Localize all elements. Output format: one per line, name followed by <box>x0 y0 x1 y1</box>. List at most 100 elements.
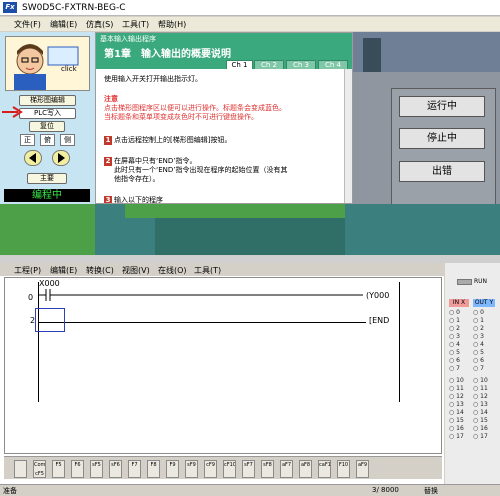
output-lamp: ○ 15 <box>473 417 488 424</box>
step-3: 3 输入以下的程序 <box>104 196 163 203</box>
contact-label: X000 <box>39 279 60 288</box>
error-status-button[interactable]: 出错 <box>399 161 485 182</box>
function-key-button[interactable]: F6 <box>71 460 84 478</box>
output-lamp: ○ 16 <box>473 425 488 432</box>
function-key-button[interactable]: sF6 <box>109 460 122 478</box>
tab-ch4[interactable]: Ch 4 <box>318 60 348 69</box>
output-lamp: ○ 14 <box>473 409 488 416</box>
function-key-button[interactable]: sF9 <box>185 460 198 478</box>
front-view-button[interactable]: 正 <box>20 134 35 146</box>
splitter[interactable] <box>0 255 500 263</box>
menu-help[interactable]: 帮助(H) <box>158 19 186 30</box>
input-lamp: ○ 4 <box>449 341 460 348</box>
function-key-button[interactable]: F8 <box>147 460 160 478</box>
ladder-menu-online[interactable]: 在线(O) <box>158 265 187 276</box>
ladder-menubar: 工程(P) 编辑(E) 转换(C) 视图(V) 在线(O) 工具(T) <box>0 263 444 276</box>
cursor-box[interactable] <box>35 308 65 332</box>
main-menubar: 文件(F) 编辑(E) 仿真(S) 工具(T) 帮助(H) <box>0 17 500 31</box>
function-key-button[interactable]: cF9 <box>204 460 217 478</box>
input-lamp: ○ 12 <box>449 393 464 400</box>
step-number: 2 <box>104 157 112 166</box>
coil-label: (Y000 <box>366 291 390 300</box>
input-lamp: ○ 17 <box>449 433 464 440</box>
tab-ch3[interactable]: Ch 3 <box>286 60 316 69</box>
input-lamp: ○ 0 <box>449 309 460 316</box>
scene-floor <box>95 204 500 255</box>
function-key-button[interactable]: F7 <box>128 460 141 478</box>
output-lamp: ○ 6 <box>473 357 484 364</box>
teacher-icon <box>14 44 79 90</box>
function-key-button[interactable]: aF9 <box>356 460 369 478</box>
menu-tools[interactable]: 工具(T) <box>122 19 149 30</box>
step-2-line-3: 他指令存在）。 <box>114 175 160 183</box>
menu-simulate[interactable]: 仿真(S) <box>86 19 113 30</box>
input-lamp: ○ 5 <box>449 349 460 356</box>
function-key-button[interactable]: aF7 <box>280 460 293 478</box>
scene-floor-left <box>0 204 95 255</box>
menu-file[interactable]: 文件(F) <box>14 19 41 30</box>
input-lamp: ○ 13 <box>449 401 464 408</box>
function-key-button[interactable]: F5 <box>52 460 65 478</box>
scene-conveyor <box>125 204 345 218</box>
ladder-menu-project[interactable]: 工程(P) <box>14 265 41 276</box>
run-led <box>457 279 472 285</box>
output-lamp: ○ 11 <box>473 385 488 392</box>
step-number: 1 <box>104 136 112 145</box>
step-counter: 3/ 8000 <box>372 486 399 494</box>
title-bar: Fx SW0D5C-FXTRN-BEG-C <box>0 0 500 16</box>
ladder-menu-convert[interactable]: 转换(C) <box>86 265 114 276</box>
input-lamp: ○ 1 <box>449 317 460 324</box>
teacher-illustration: click <box>5 36 90 91</box>
function-key-button[interactable]: F10 <box>337 460 350 478</box>
menu-edit[interactable]: 编辑(E) <box>50 19 77 30</box>
step-text: 在屏幕中只有‘END’指令。 <box>114 157 197 165</box>
function-key-button[interactable]: sF7 <box>242 460 255 478</box>
stop-status-button[interactable]: 停止中 <box>399 128 485 149</box>
next-arrow-button[interactable] <box>52 150 70 166</box>
io-monitor-panel: RUN IN X OUT Y ○ 0 ○ 1 ○ 2 ○ 3 ○ 4 ○ 5 ○ 6 ○ 7 ○… <box>445 263 500 487</box>
intro-text: 使用输入开关打开输出指示灯。 <box>104 75 202 83</box>
note-title: 注意 <box>104 95 118 103</box>
tab-ch1[interactable]: Ch 1 <box>226 60 253 69</box>
reset-button[interactable]: 复位 <box>29 121 65 132</box>
rung-0-line <box>38 289 363 301</box>
ladder-menu-tools[interactable]: 工具(T) <box>194 265 221 276</box>
function-key-button[interactable]: sF8 <box>261 460 274 478</box>
rung-1-line <box>38 322 366 323</box>
step-1: 1 点击远程控制上的[梯形图编辑]按钮。 <box>104 136 231 145</box>
tab-ch2[interactable]: Ch 2 <box>254 60 284 69</box>
function-key-button[interactable]: F9 <box>166 460 179 478</box>
arrow-left-icon <box>29 153 36 163</box>
function-key-button[interactable]: caF10 <box>318 460 331 478</box>
side-view-button[interactable]: 侧 <box>60 134 75 146</box>
note-line-2: 当标题条和菜单项变成灰色时不可进行键盘操作。 <box>104 113 258 121</box>
output-lamp: ○ 10 <box>473 377 488 384</box>
function-key-toolbar: Com cF5 F5 F6 sF5 sF6 F7 F8 F9 sF9 cF9 cF10 sF7 sF8 a… <box>4 456 442 479</box>
ladder-menu-view[interactable]: 视图(V) <box>122 265 150 276</box>
run-status-button[interactable]: 运行中 <box>399 96 485 117</box>
prev-arrow-button[interactable] <box>24 150 42 166</box>
tutorial-scrollbar[interactable] <box>344 69 352 203</box>
function-key-button[interactable]: cF10 <box>223 460 236 478</box>
input-lamp: ○ 16 <box>449 425 464 432</box>
output-lamp: ○ 5 <box>473 349 484 356</box>
status-indicator: 编程中 <box>4 189 90 202</box>
function-key-button[interactable]: aF8 <box>299 460 312 478</box>
help-key-icon[interactable] <box>14 460 27 478</box>
input-lamp: ○ 14 <box>449 409 464 416</box>
ladder-edit-button[interactable]: 梯形图编辑 <box>19 95 76 106</box>
top-view-button[interactable]: 俯 <box>40 134 55 146</box>
run-label: RUN <box>474 278 488 285</box>
function-key-button[interactable]: sF5 <box>90 460 103 478</box>
tutorial-section-title: 基本输入输出程序 <box>100 35 156 43</box>
ladder-diagram-area[interactable]: 0 X000 (Y000 2 [END <box>4 277 442 454</box>
output-lamp: ○ 12 <box>473 393 488 400</box>
input-lamp: ○ 2 <box>449 325 460 332</box>
main-button[interactable]: 主要 <box>27 173 67 184</box>
output-lamp: ○ 0 <box>473 309 484 316</box>
plc-write-button[interactable]: PLC写入 <box>19 108 76 119</box>
status-bar: 准备 3/ 8000 替换 <box>0 484 500 495</box>
ladder-menu-edit[interactable]: 编辑(E) <box>50 265 77 276</box>
step-2: 2 在屏幕中只有‘END’指令。 <box>104 157 197 166</box>
function-key-button[interactable]: Com cF5 <box>33 460 46 478</box>
